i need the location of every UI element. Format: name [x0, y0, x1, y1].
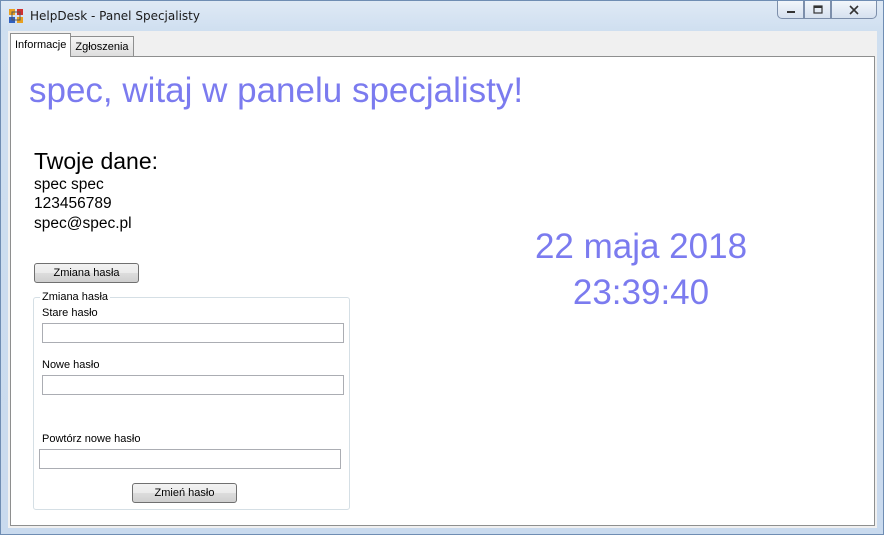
change-password-group: Zmiana hasła Stare hasło Nowe hasło Powt…: [33, 291, 350, 510]
new-password-label: Nowe hasło: [42, 359, 100, 371]
app-icon: [9, 9, 23, 23]
maximize-icon: [812, 4, 823, 14]
app-window: HelpDesk - Panel Specjalisty Informacje …: [0, 0, 884, 535]
welcome-heading: spec, witaj w panelu specjalisty!: [29, 71, 524, 110]
submit-password-change-button[interactable]: Zmień hasło: [132, 483, 237, 503]
date-display: 22 maja 2018: [534, 227, 748, 266]
old-password-input[interactable]: [42, 323, 344, 343]
close-icon: [849, 4, 859, 15]
tab-strip: Informacje Zgłoszenia: [10, 33, 134, 57]
user-data-heading: Twoje dane:: [34, 148, 159, 174]
tab-zgloszenia[interactable]: Zgłoszenia: [70, 36, 134, 57]
title-bar[interactable]: HelpDesk - Panel Specjalisty: [1, 1, 883, 31]
minimize-button[interactable]: [777, 1, 804, 19]
maximize-button[interactable]: [804, 1, 831, 19]
repeat-password-input[interactable]: [39, 449, 341, 469]
user-email: spec@spec.pl: [34, 215, 132, 232]
repeat-password-label: Powtórz nowe hasło: [42, 433, 141, 445]
tab-informacje[interactable]: Informacje: [10, 33, 72, 57]
user-name: spec spec: [34, 176, 104, 193]
change-password-toggle-button[interactable]: Zmiana hasła: [34, 263, 139, 283]
window-controls: [777, 1, 877, 21]
minimize-icon: [786, 10, 795, 13]
group-title: Zmiana hasła: [40, 291, 111, 303]
old-password-label: Stare hasło: [42, 307, 98, 319]
tab-page-informacje: spec, witaj w panelu specjalisty! Twoje …: [10, 56, 875, 526]
client-area: Informacje Zgłoszenia spec, witaj w pane…: [8, 31, 877, 528]
new-password-input[interactable]: [42, 375, 344, 395]
close-button[interactable]: [831, 1, 877, 19]
window-title: HelpDesk - Panel Specjalisty: [30, 9, 200, 23]
clock-display: 23:39:40: [572, 273, 710, 312]
user-phone: 123456789: [34, 195, 112, 212]
